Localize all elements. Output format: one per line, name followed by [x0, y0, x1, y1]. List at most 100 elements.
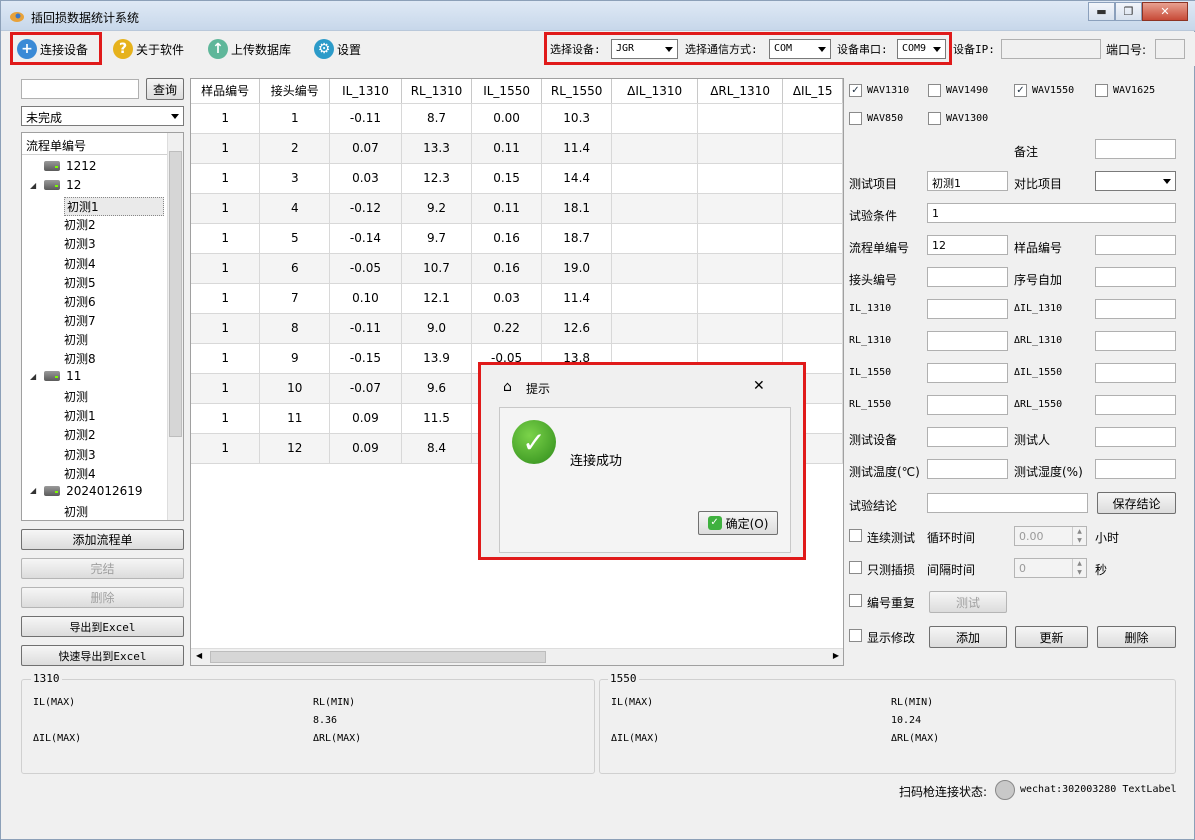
- table-cell[interactable]: 9.7: [401, 223, 473, 254]
- column-header[interactable]: IL_1550: [471, 79, 542, 104]
- portno-input[interactable]: [1155, 39, 1185, 59]
- tree-scrollbar[interactable]: [167, 133, 183, 520]
- table-row[interactable]: 1 7 0.10 12.1 0.03 11.4: [191, 283, 843, 314]
- dialog-close-icon[interactable]: ✕: [753, 378, 765, 394]
- table-cell[interactable]: -0.11: [329, 103, 402, 134]
- table-cell[interactable]: 12.6: [541, 313, 613, 344]
- table-cell[interactable]: 4: [259, 193, 331, 224]
- compare-item-select[interactable]: [1095, 171, 1176, 191]
- conclusion-input[interactable]: [927, 493, 1088, 513]
- search-input[interactable]: [21, 79, 139, 99]
- tree-node[interactable]: 初测8: [64, 350, 96, 367]
- table-cell[interactable]: 10.3: [541, 103, 613, 134]
- table-cell[interactable]: 1: [191, 163, 261, 194]
- table-cell[interactable]: [697, 253, 784, 284]
- tree-node[interactable]: 初测4: [64, 255, 96, 272]
- table-cell[interactable]: 13.9: [401, 343, 473, 374]
- table-row[interactable]: 1 6 -0.05 10.7 0.16 19.0: [191, 253, 843, 284]
- table-row[interactable]: 1 4 -0.12 9.2 0.11 18.1: [191, 193, 843, 224]
- table-cell[interactable]: 8.7: [401, 103, 473, 134]
- table-cell[interactable]: [782, 133, 843, 164]
- test-button[interactable]: 测试: [929, 591, 1007, 613]
- test-item-input[interactable]: 初测1: [927, 171, 1008, 191]
- table-cell[interactable]: 0.16: [471, 223, 542, 254]
- table-cell[interactable]: [782, 223, 843, 254]
- tree-node[interactable]: 初测3: [64, 446, 96, 463]
- table-cell[interactable]: 0.16: [471, 253, 542, 284]
- il1310-input[interactable]: [927, 299, 1008, 319]
- tree-node[interactable]: 初测1: [64, 407, 96, 424]
- table-row[interactable]: 1 8 -0.11 9.0 0.22 12.6: [191, 313, 843, 344]
- continuous-checkbox[interactable]: [849, 529, 862, 542]
- table-cell[interactable]: 9.0: [401, 313, 473, 344]
- table-cell[interactable]: -0.15: [329, 343, 402, 374]
- finish-button[interactable]: 完结: [21, 558, 184, 579]
- expand-triangle-icon[interactable]: ◢: [30, 181, 36, 190]
- tree-node[interactable]: ◢ 12: [30, 178, 81, 192]
- table-cell[interactable]: 11.5: [401, 403, 473, 434]
- minimize-button[interactable]: ▬: [1088, 2, 1115, 21]
- table-cell[interactable]: 1: [191, 313, 261, 344]
- table-cell[interactable]: 1: [191, 283, 261, 314]
- device-select[interactable]: JGR: [611, 39, 678, 59]
- table-cell[interactable]: 9.2: [401, 193, 473, 224]
- table-cell[interactable]: [611, 223, 698, 254]
- fast-export-button[interactable]: 快速导出到Excel: [21, 645, 184, 666]
- delete-flow-button[interactable]: 删除: [21, 587, 184, 608]
- table-cell[interactable]: [611, 163, 698, 194]
- comm-select[interactable]: COM: [769, 39, 831, 59]
- seq-auto-input[interactable]: [1095, 267, 1176, 287]
- table-cell[interactable]: 5: [259, 223, 331, 254]
- drl1550-input[interactable]: [1095, 395, 1176, 415]
- repeat-no-checkbox[interactable]: [849, 594, 862, 607]
- table-cell[interactable]: 11.4: [541, 133, 613, 164]
- table-cell[interactable]: 1: [191, 373, 261, 404]
- table-row[interactable]: 1 1 -0.11 8.7 0.00 10.3: [191, 103, 843, 134]
- table-cell[interactable]: 13.3: [401, 133, 473, 164]
- scroll-left-icon[interactable]: ◀: [196, 651, 202, 660]
- table-cell[interactable]: 0.15: [471, 163, 542, 194]
- column-header[interactable]: 样品编号: [191, 79, 261, 104]
- upload-db-button[interactable]: ↑ 上传数据库: [208, 37, 291, 61]
- remark-input[interactable]: [1095, 139, 1176, 159]
- table-cell[interactable]: 1: [191, 223, 261, 254]
- table-cell[interactable]: [697, 313, 784, 344]
- scroll-right-icon[interactable]: ▶: [833, 651, 839, 660]
- table-cell[interactable]: [697, 283, 784, 314]
- table-cell[interactable]: 0.22: [471, 313, 542, 344]
- wav1550-checkbox[interactable]: ✓: [1014, 84, 1027, 97]
- table-cell[interactable]: -0.07: [329, 373, 402, 404]
- wav850-checkbox[interactable]: [849, 112, 862, 125]
- table-cell[interactable]: 0.00: [471, 103, 542, 134]
- tree-scroll-thumb[interactable]: [169, 151, 182, 437]
- condition-input[interactable]: 1: [927, 203, 1176, 223]
- close-button[interactable]: ✕: [1142, 2, 1188, 21]
- dil1310-input[interactable]: [1095, 299, 1176, 319]
- tree-node[interactable]: 初测1: [64, 197, 164, 217]
- table-row[interactable]: 1 5 -0.14 9.7 0.16 18.7: [191, 223, 843, 254]
- table-cell[interactable]: 7: [259, 283, 331, 314]
- tree-node[interactable]: 初测4: [64, 465, 96, 482]
- rl1550-input[interactable]: [927, 395, 1008, 415]
- table-cell[interactable]: 0.11: [471, 193, 542, 224]
- column-header[interactable]: ΔRL_1310: [697, 79, 784, 104]
- column-header[interactable]: RL_1550: [541, 79, 613, 104]
- tree-node[interactable]: ◢ 2024012619: [30, 484, 143, 498]
- table-cell[interactable]: [697, 193, 784, 224]
- ip-input[interactable]: [1001, 39, 1101, 59]
- table-cell[interactable]: [697, 163, 784, 194]
- grid-hscrollbar[interactable]: ◀ ▶: [191, 648, 843, 665]
- table-cell[interactable]: 0.09: [329, 433, 402, 464]
- table-cell[interactable]: 10.7: [401, 253, 473, 284]
- table-cell[interactable]: [697, 223, 784, 254]
- export-excel-button[interactable]: 导出到Excel: [21, 616, 184, 637]
- table-cell[interactable]: 11.4: [541, 283, 613, 314]
- test-device-input[interactable]: [927, 427, 1008, 447]
- table-cell[interactable]: 18.7: [541, 223, 613, 254]
- table-cell[interactable]: 14.4: [541, 163, 613, 194]
- tester-input[interactable]: [1095, 427, 1176, 447]
- expand-triangle-icon[interactable]: ◢: [30, 372, 36, 381]
- table-cell[interactable]: 1: [191, 403, 261, 434]
- table-cell[interactable]: 1: [191, 433, 261, 464]
- table-cell[interactable]: 1: [191, 343, 261, 374]
